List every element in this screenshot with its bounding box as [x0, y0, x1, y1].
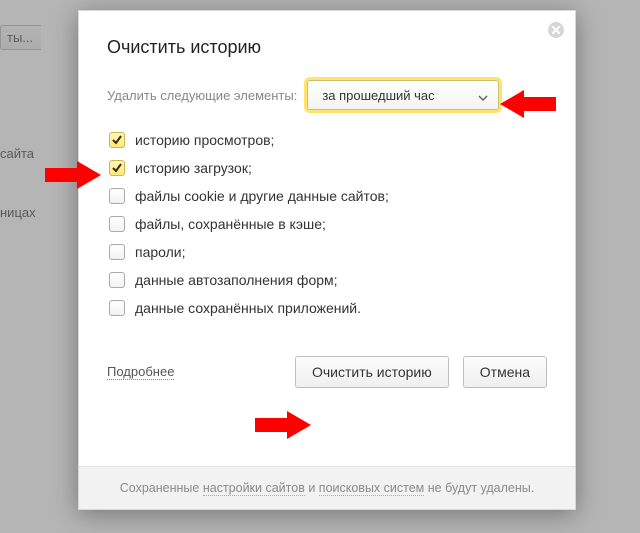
option-row[interactable]: файлы cookie и другие данные сайтов;	[109, 188, 547, 204]
range-label: Удалить следующие элементы:	[107, 88, 297, 103]
option-label: историю просмотров;	[135, 132, 274, 148]
checkbox[interactable]	[109, 272, 125, 288]
dialog-title: Очистить историю	[107, 37, 547, 58]
cancel-button[interactable]: Отмена	[463, 356, 547, 388]
checkbox[interactable]	[109, 244, 125, 260]
options-list: историю просмотров; историю загрузок; файл…	[109, 132, 547, 316]
close-icon[interactable]	[547, 21, 565, 39]
checkbox[interactable]	[109, 160, 125, 176]
chevron-down-icon	[478, 90, 488, 100]
checkbox[interactable]	[109, 216, 125, 232]
option-label: файлы, сохранённые в кэше;	[135, 216, 326, 232]
option-label: данные автозаполнения форм;	[135, 272, 338, 288]
clear-history-dialog: Очистить историю Удалить следующие элеме…	[78, 10, 576, 510]
time-range-value: за прошедший час	[322, 88, 434, 103]
option-row[interactable]: файлы, сохранённые в кэше;	[109, 216, 547, 232]
footer-link-search-engines[interactable]: поисковых систем	[319, 481, 424, 496]
checkbox[interactable]	[109, 188, 125, 204]
footer-text: не будут удалены.	[424, 481, 534, 495]
clear-history-button[interactable]: Очистить историю	[295, 356, 449, 388]
time-range-select[interactable]: за прошедший час	[307, 80, 499, 110]
option-row[interactable]: данные сохранённых приложений.	[109, 300, 547, 316]
option-row[interactable]: историю просмотров;	[109, 132, 547, 148]
option-label: данные сохранённых приложений.	[135, 300, 361, 316]
checkbox[interactable]	[109, 300, 125, 316]
more-link[interactable]: Подробнее	[107, 364, 174, 380]
option-row[interactable]: пароли;	[109, 244, 547, 260]
footer-text: и	[305, 481, 319, 495]
option-label: файлы cookie и другие данные сайтов;	[135, 188, 389, 204]
checkbox[interactable]	[109, 132, 125, 148]
option-label: историю загрузок;	[135, 160, 252, 176]
footer-text: Сохраненные	[120, 481, 203, 495]
option-label: пароли;	[135, 244, 186, 260]
option-row[interactable]: данные автозаполнения форм;	[109, 272, 547, 288]
option-row[interactable]: историю загрузок;	[109, 160, 547, 176]
dialog-footer: Сохраненные настройки сайтов и поисковых…	[79, 466, 575, 509]
footer-link-site-settings[interactable]: настройки сайтов	[203, 481, 305, 496]
